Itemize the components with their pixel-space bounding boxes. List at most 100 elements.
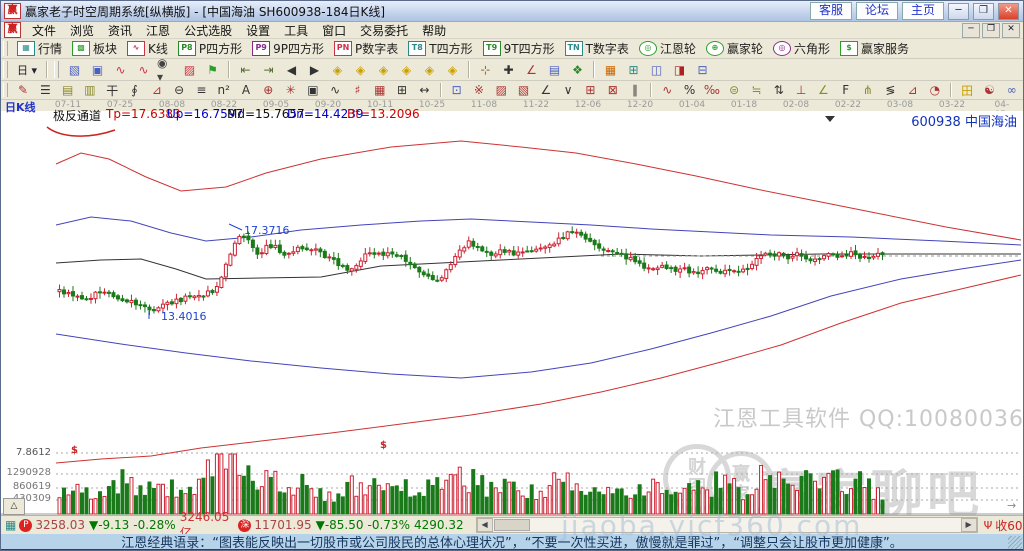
- horizontal-lines-icon[interactable]: ☰: [35, 81, 55, 100]
- gann-wheel-button[interactable]: ◎ 江恩轮: [634, 40, 701, 57]
- zoom-diamond-4-icon[interactable]: ◈: [396, 60, 417, 79]
- volume-scroll-right-icon[interactable]: →: [1007, 499, 1016, 512]
- toolbar-grip[interactable]: [3, 40, 8, 57]
- span-arrows-icon[interactable]: ↔: [414, 81, 434, 100]
- horizontal-scrollbar[interactable]: ◀ ▶: [475, 517, 978, 533]
- cycle-lines-icon[interactable]: ≡: [191, 81, 211, 100]
- zoom-diamond-5-icon[interactable]: ◈: [419, 60, 440, 79]
- rays-icon[interactable]: ※: [469, 81, 489, 100]
- period-day-dropdown[interactable]: 日 ▾: [13, 60, 41, 79]
- expand-triangle-button[interactable]: △: [3, 498, 25, 515]
- angle-up-icon[interactable]: ∠: [813, 81, 833, 100]
- time-ruler-icon[interactable]: 干: [102, 81, 122, 100]
- pitchfork-icon[interactable]: ⋔: [858, 81, 878, 100]
- box-select-icon[interactable]: ⊡: [447, 81, 467, 100]
- apex-icon[interactable]: A: [236, 81, 256, 100]
- zoom-diamond-1-icon[interactable]: ◈: [327, 60, 348, 79]
- infinity-icon[interactable]: ∞: [1002, 81, 1022, 100]
- wave-icon[interactable]: ∿: [657, 81, 677, 100]
- quote-grid-icon[interactable]: ▦: [5, 518, 16, 532]
- mdi-minimize-button[interactable]: ─: [962, 22, 980, 38]
- pen-tool-icon[interactable]: ✎: [13, 81, 33, 100]
- menu-item-2[interactable]: 资讯: [101, 21, 139, 40]
- support-line-icon[interactable]: ⊥: [791, 81, 811, 100]
- parallel-lines-icon[interactable]: ∥: [625, 81, 645, 100]
- forum-button[interactable]: 论坛: [855, 2, 898, 20]
- kline-chart[interactable]: 12909288606194303097.861217.371613.4016$…: [1, 100, 1024, 515]
- save-layout-icon[interactable]: ◫: [646, 60, 667, 79]
- shaded-box-icon[interactable]: ▧: [513, 81, 533, 100]
- angle-measure-icon[interactable]: ∠: [521, 60, 542, 79]
- golden-lines-icon[interactable]: ≒: [746, 81, 766, 100]
- p-square-button[interactable]: P8 P四方形: [173, 40, 247, 57]
- k-wave-icon[interactable]: ∿: [325, 81, 345, 100]
- menu-item-5[interactable]: 设置: [239, 21, 277, 40]
- maximize-button[interactable]: ❐: [973, 2, 994, 20]
- wide-grid-icon[interactable]: ⊞: [392, 81, 412, 100]
- pattern-icon[interactable]: ▨: [179, 60, 200, 79]
- golden-circle-icon[interactable]: ⊜: [724, 81, 744, 100]
- prev-bar-icon[interactable]: ◀: [281, 60, 302, 79]
- first-bar-icon[interactable]: ⇤: [235, 60, 256, 79]
- toolbar-grip[interactable]: [3, 61, 8, 78]
- stamp-tool-icon[interactable]: ▤: [544, 60, 565, 79]
- save-disk-icon[interactable]: ◨: [669, 60, 690, 79]
- hand-tool-icon[interactable]: ⊹: [475, 60, 496, 79]
- n-square-icon[interactable]: n²: [214, 81, 234, 100]
- zoom-diamond-2-icon[interactable]: ◈: [350, 60, 371, 79]
- measure-angle-icon[interactable]: ⊿: [147, 81, 167, 100]
- circle-cross-icon[interactable]: ⊕: [258, 81, 278, 100]
- kline-button[interactable]: ∿ K线: [122, 40, 173, 57]
- resize-grip[interactable]: [1008, 536, 1022, 549]
- spiral-icon[interactable]: ∮: [124, 81, 144, 100]
- gann-grid2-icon[interactable]: ▥: [80, 81, 100, 100]
- mdi-close-button[interactable]: ✕: [1002, 22, 1020, 38]
- kline-small2-icon[interactable]: ∿: [133, 60, 154, 79]
- flag-icon[interactable]: ⚑: [202, 60, 223, 79]
- last-bar-icon[interactable]: ⇥: [258, 60, 279, 79]
- taiji-icon[interactable]: ☯: [979, 81, 999, 100]
- calculator-icon[interactable]: ⊞: [623, 60, 644, 79]
- homepage-button[interactable]: 主页: [901, 2, 944, 20]
- scrollbar-right-icon[interactable]: ▶: [960, 518, 977, 532]
- gann-grid-icon[interactable]: ▤: [57, 81, 77, 100]
- arc-icon[interactable]: ◔: [925, 81, 945, 100]
- droplet-dropdown-icon[interactable]: ◉ ▾: [156, 56, 177, 84]
- zoom-diamond-3-icon[interactable]: ◈: [373, 60, 394, 79]
- t-digit-table-button[interactable]: TN T数字表: [560, 40, 634, 57]
- trend-pair-icon[interactable]: ≶: [880, 81, 900, 100]
- ellipse-icon[interactable]: ⊖: [169, 81, 189, 100]
- menu-item-6[interactable]: 工具: [277, 21, 315, 40]
- menu-item-3[interactable]: 江恩: [139, 21, 177, 40]
- updown-icon[interactable]: ⇅: [769, 81, 789, 100]
- fan-fill-icon[interactable]: ▨: [491, 81, 511, 100]
- crosshair-tool-icon[interactable]: ✚: [498, 60, 519, 79]
- angle-line-icon[interactable]: ∠: [536, 81, 556, 100]
- tick-stream-status[interactable]: Ψ 收600938分笔: [984, 517, 1023, 534]
- t-square-button[interactable]: T8 T四方形: [403, 40, 477, 57]
- winner-wheel-button[interactable]: ⊕ 赢家轮: [701, 40, 768, 57]
- chart-image-icon[interactable]: ▧: [64, 60, 85, 79]
- info-board-icon[interactable]: ▣: [87, 60, 108, 79]
- toolbar-grip[interactable]: [3, 82, 8, 98]
- wedge-icon[interactable]: ⊿: [902, 81, 922, 100]
- menu-item-8[interactable]: 交易委托: [353, 21, 415, 40]
- menu-item-4[interactable]: 公式选股: [177, 21, 239, 40]
- p-digit-table-button[interactable]: PN P数字表: [329, 40, 403, 57]
- f-line-icon[interactable]: F: [836, 81, 856, 100]
- fine-grid-icon[interactable]: ⊞: [580, 81, 600, 100]
- print-icon[interactable]: ⊟: [692, 60, 713, 79]
- winner-service-button[interactable]: $ 赢家服务: [835, 40, 914, 57]
- gann-fan-icon[interactable]: ♯: [347, 81, 367, 100]
- menu-item-1[interactable]: 浏览: [63, 21, 101, 40]
- scrollbar-thumb[interactable]: [493, 519, 530, 531]
- boxed-image-icon[interactable]: ▣: [303, 81, 323, 100]
- minimize-button[interactable]: ─: [948, 2, 969, 20]
- mdi-restore-button[interactable]: ❐: [982, 22, 1000, 38]
- zoom-diamond-6-icon[interactable]: ◈: [442, 60, 463, 79]
- permille-icon[interactable]: ‰: [702, 81, 722, 100]
- menu-item-7[interactable]: 窗口: [315, 21, 353, 40]
- toolbar-grip[interactable]: [54, 61, 60, 78]
- calendar-icon[interactable]: ▦: [600, 60, 621, 79]
- next-bar-icon[interactable]: ▶: [304, 60, 325, 79]
